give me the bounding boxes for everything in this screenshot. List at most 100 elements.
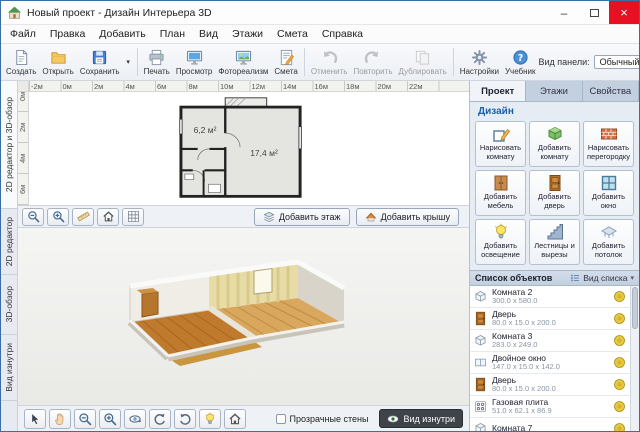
object-row[interactable]: Дверь 80.0 x 15.0 x 200.0 [470,374,630,396]
menu-file[interactable]: Файл [3,26,43,42]
ruler-label: 8м [187,81,219,91]
toolbar-button[interactable] [304,48,305,76]
plan-canvas[interactable]: 6,2 м² 17,4 м² [29,92,469,205]
menu-edit[interactable]: Правка [43,26,92,42]
price-icon[interactable] [612,333,627,348]
print-button[interactable]: Печать [141,45,173,79]
select-tool-button[interactable] [24,409,46,429]
zoom-in-3d-button[interactable] [99,409,121,429]
view-panel-select[interactable]: Обычный ▾ [594,55,639,69]
viewport-3d[interactable] [18,228,469,405]
save-dropdown-button[interactable]: ▾ [123,45,134,79]
tab-inside-view[interactable]: Вид изнутри [1,335,17,401]
photorealism-button[interactable]: Фотореализм [215,45,271,79]
menu-plan[interactable]: План [153,26,192,42]
object-row[interactable]: Комната 3 283.0 x 249.0 [470,330,630,352]
view-panel-label: Вид панели: [539,57,590,67]
tab-properties[interactable]: Свойства [583,81,639,101]
add-floor-button[interactable]: Добавить этаж [254,208,350,226]
price-icon[interactable] [612,355,627,370]
tab-floors-panel[interactable]: Этажи [526,81,582,101]
tab-2d-editor[interactable]: 2D редактор [1,209,17,275]
lighting-button[interactable] [199,409,221,429]
zoom-in-2d-button[interactable] [47,208,69,226]
zoom-out-3d-button[interactable] [74,409,96,429]
measure-button[interactable] [72,208,94,226]
transparent-walls-checkbox[interactable]: Прозрачные стены [276,414,369,424]
new-project-button[interactable]: Создать [3,45,39,79]
pan-tool-button[interactable] [49,409,71,429]
preview-button[interactable]: Просмотр [173,45,216,79]
add-door-button[interactable]: Добавить дверь [529,170,580,216]
tutorial-button[interactable]: ? Учебник [502,45,539,79]
open-button[interactable]: Открыть [39,45,76,79]
add-roof-button[interactable]: Добавить крышу [356,208,459,226]
settings-button[interactable]: Настройки [457,45,502,79]
menu-view[interactable]: Вид [192,26,225,42]
add-room-button[interactable]: Добавить комнату [529,121,580,167]
horizontal-ruler: -2м0м2м4м6м8м10м12м14м16м18м20м22м [29,81,469,92]
price-icon[interactable] [612,377,627,392]
menu-floors[interactable]: Этажи [225,26,270,42]
price-icon[interactable] [612,311,627,326]
object-row[interactable]: Комната 2 300.0 x 580.0 [470,286,630,308]
tab-2d-and-3d[interactable]: 2D редактор и 3D-обзор [1,81,17,209]
ruler-label: 2м [92,81,124,91]
rot-l-icon [153,412,167,426]
hand-icon [53,412,67,426]
room-area-label: 6,2 м² [185,125,225,135]
zoom-out-2d-button[interactable] [22,208,44,226]
price-icon[interactable] [612,399,627,414]
menu-estimate[interactable]: Смета [270,26,315,42]
rotate-left-button[interactable] [149,409,171,429]
menu-add[interactable]: Добавить [92,26,152,42]
ruler-label: 0м [18,92,28,123]
scrollbar-thumb[interactable] [632,287,638,329]
checkbox-icon [276,414,286,424]
object-row[interactable]: Комната 7 [470,418,630,431]
redo-button[interactable]: Повторить [350,45,395,79]
stairs-cutouts-button[interactable]: Лестницы и вырезы [529,219,580,265]
object-row[interactable]: Двойное окно 147.0 x 15.0 x 142.0 [470,352,630,374]
object-row[interactable]: Дверь 80.0 x 15.0 x 200.0 [470,308,630,330]
redo-icon [364,49,381,66]
add-light-button[interactable]: Добавить освещение [475,219,526,265]
add-window-button[interactable]: Добавить окно [583,170,634,216]
ruler-label: 14м [281,81,313,91]
estimate-button[interactable]: Смета [271,45,300,79]
undo-button[interactable]: Отменить [308,45,351,79]
view-panel-control: Вид панели: Обычный ▾ [539,55,639,69]
draw-partition-button[interactable]: Нарисовать перегородку [583,121,634,167]
list-view-select[interactable]: Вид списка ▾ [570,273,634,283]
editor-2d[interactable]: -2м0м2м4м6м8м10м12м14м16м18м20м22м 0м2м4… [18,81,469,205]
save-button[interactable]: Сохранить [77,45,123,79]
photoreal-icon [235,49,252,66]
reset-camera-button[interactable] [224,409,246,429]
inside-view-button[interactable]: Вид изнутри [379,409,463,428]
tab-project[interactable]: Проект [470,81,526,101]
price-icon[interactable] [612,421,627,431]
toolbar-button[interactable] [453,48,454,76]
tutorial-icon: ? [512,49,529,66]
draw-room-button[interactable]: Нарисовать комнату [475,121,526,167]
toolbar-button[interactable] [137,48,138,76]
tab-3d-view[interactable]: 3D-обзор [1,275,17,335]
ruler-label: 16м [313,81,345,91]
rotate-right-button[interactable] [174,409,196,429]
save-icon [91,49,108,66]
add-ceiling-button[interactable]: Добавить потолок [583,219,634,265]
orbit-tool-button[interactable] [124,409,146,429]
menu-help[interactable]: Справка [315,26,370,42]
object-row[interactable]: Газовая плита 51.0 x 62.1 x 86.9 [470,396,630,418]
fit-view-button[interactable] [97,208,119,226]
maximize-button[interactable] [579,1,609,24]
app-window: Новый проект - Дизайн Интерьера 3D – × Ф… [0,0,640,432]
floors-icon [263,211,275,223]
minimize-button[interactable]: – [549,1,579,24]
add-furniture-button[interactable]: Добавить мебель [475,170,526,216]
objects-scrollbar[interactable] [630,286,639,431]
price-icon[interactable] [612,289,627,304]
close-button[interactable]: × [609,1,639,24]
grid-toggle-button[interactable] [122,208,144,226]
duplicate-button[interactable]: Дублировать [395,45,449,79]
